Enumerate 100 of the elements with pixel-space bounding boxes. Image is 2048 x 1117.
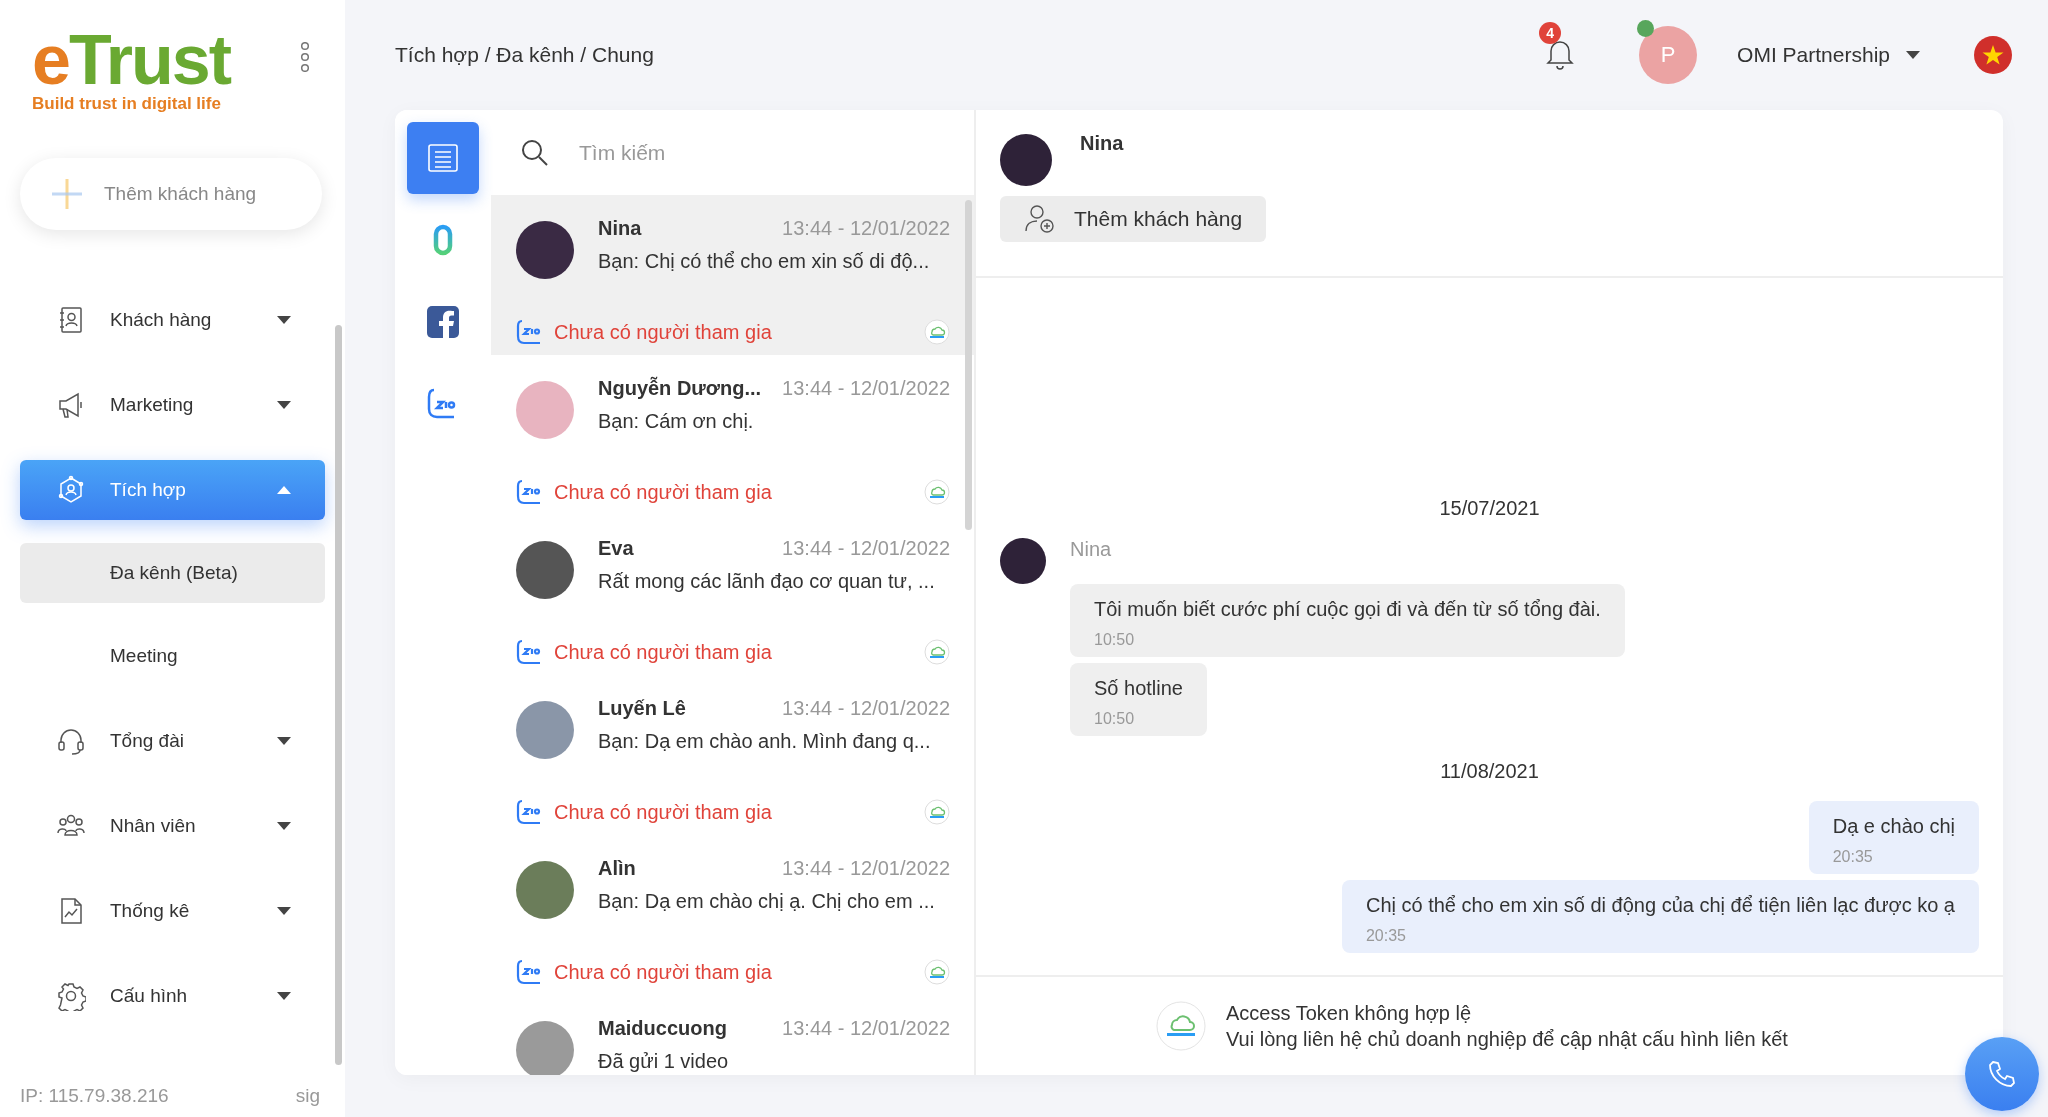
submenu-item[interactable]: Meeting xyxy=(20,626,325,686)
message-time: 13:44 - 12/01/2022 xyxy=(782,857,950,880)
conversation-item[interactable]: Nina 13:44 - 12/01/2022 Bạn: Chị có thể cho em xin số di độ... Chưa có người tham gia xyxy=(491,195,974,355)
scrollbar[interactable] xyxy=(965,200,972,530)
message-preview: Bạn: Cám ơn chị. xyxy=(598,410,755,433)
date-divider: 11/08/2021 xyxy=(1439,760,1540,783)
date-divider: 15/07/2021 xyxy=(1438,497,1541,520)
contact-name: Luyến Lê xyxy=(598,697,686,720)
footer-text: sig xyxy=(295,1085,320,1107)
add-user-icon xyxy=(1024,203,1056,235)
conversation-status: Chưa có người tham gia xyxy=(554,960,773,984)
message-time: 20:35 xyxy=(1832,848,1874,866)
facebook-icon xyxy=(427,306,459,338)
more-options-icon[interactable] xyxy=(300,42,310,72)
integration-icon xyxy=(56,475,86,505)
conversation-item[interactable]: Nguyễn Dương... 13:44 - 12/01/2022 Bạn: Cám ơn chị. Chưa có người tham gia xyxy=(491,355,974,515)
menu-item[interactable]: Khách hàng xyxy=(20,290,325,350)
logo-tagline: Build trust in digital life xyxy=(32,94,222,114)
conversation-status: Chưa có người tham gia xyxy=(554,480,773,504)
call-button[interactable] xyxy=(1965,1037,2039,1111)
chat-bubble-icon xyxy=(516,479,542,505)
breadcrumb: Tích hợp / Đa kênh / Chung xyxy=(395,43,654,67)
notice-title: Access Token không hợp lệ xyxy=(1226,1001,1473,1026)
add-customer-button[interactable]: Thêm khách hàng xyxy=(1000,196,1267,242)
message-time: 13:44 - 12/01/2022 xyxy=(782,1017,950,1040)
message-preview: Bạn: Dạ em chào chị ạ. Chị cho em ... xyxy=(598,890,936,913)
cloud-logo-icon xyxy=(1156,1001,1206,1051)
message-text: Số hotline xyxy=(1094,677,1183,700)
caret-icon xyxy=(1906,51,1920,59)
notice-message: Vui lòng liên hệ chủ doanh nghiệp để cập nhật cấu hình liên kết xyxy=(1226,1027,1788,1052)
account-dropdown[interactable]: OMI Partnership xyxy=(1731,42,1926,68)
avatar-photo xyxy=(516,221,574,279)
submenu-item[interactable]: Đa kênh (Beta) xyxy=(20,543,325,603)
message-text: Chị có thể cho em xin số di động của chị để tiện liên lạc được ko ạ xyxy=(1365,894,1955,917)
ip-address: IP: 115.79.38.216 xyxy=(20,1085,169,1107)
settings-icon xyxy=(56,981,86,1011)
contact-name: Eva xyxy=(598,537,634,560)
conversation-item[interactable]: Eva 13:44 - 12/01/2022 Rất mong các lãnh đạo cơ quan tư, ... Chưa có người tham gia xyxy=(491,515,974,675)
message-time: 13:44 - 12/01/2022 xyxy=(782,697,950,720)
headset-icon xyxy=(56,726,86,756)
caret-icon xyxy=(277,316,291,324)
chat-bubble-icon xyxy=(516,799,542,825)
plus-icon xyxy=(50,177,84,211)
phone-icon xyxy=(1987,1059,2017,1089)
menu-item[interactable]: Thống kê xyxy=(20,881,325,941)
message-preview: Đã gửi 1 video xyxy=(598,1050,730,1073)
menu-item[interactable]: Nhân viên xyxy=(20,796,325,856)
contact-name: Maiduccuong xyxy=(598,1017,727,1040)
logo-wordmark: eTrust xyxy=(32,28,231,92)
message-time: 13:44 - 12/01/2022 xyxy=(782,537,950,560)
avatar-photo xyxy=(1000,134,1052,186)
conversation-item[interactable]: Alìn 13:44 - 12/01/2022 Bạn: Dạ em chào chị ạ. Chị cho em ... Chưa có người tham gia xyxy=(491,835,974,995)
flag-icon[interactable] xyxy=(1974,36,2012,74)
cloud-logo-icon xyxy=(924,639,950,665)
cloud-logo-icon xyxy=(924,799,950,825)
conversation-item[interactable]: Maiduccuong 13:44 - 12/01/2022 Đã gửi 1 video xyxy=(491,995,974,1075)
avatar-photo xyxy=(516,541,574,599)
chat-bubble-icon xyxy=(516,639,542,665)
message-time: 10:50 xyxy=(1094,710,1136,728)
add-customer-button[interactable]: Thêm khách hàng xyxy=(20,158,322,230)
search-field[interactable]: Tìm kiếm xyxy=(579,132,919,173)
conversation-status: Chưa có người tham gia xyxy=(554,640,773,664)
contact-name: Nina xyxy=(598,217,642,240)
cloud-logo-icon xyxy=(924,319,950,345)
contact-name: Nguyễn Dương... xyxy=(598,377,762,400)
avatar-photo xyxy=(516,1021,574,1075)
message-text: Tôi muốn biết cước phí cuộc gọi đi và đến từ số tổng đài. xyxy=(1094,598,1601,621)
caret-icon xyxy=(277,401,291,409)
contact-name: Nina xyxy=(1080,132,1124,155)
avatar-photo xyxy=(516,701,574,759)
chat-bubble-icon xyxy=(516,319,542,345)
conversation-item[interactable]: Luyến Lê 13:44 - 12/01/2022 Bạn: Dạ em chào anh. Mình đang q... Chưa có người tham gia xyxy=(491,675,974,835)
message-time: 20:35 xyxy=(1365,927,1407,945)
message-text: Dạ e chào chị xyxy=(1832,815,1955,838)
conversation-status: Chưa có người tham gia xyxy=(554,800,773,824)
message-time: 13:44 - 12/01/2022 xyxy=(782,377,950,400)
menu-item[interactable]: Cấu hình xyxy=(20,966,325,1026)
message-time: 10:50 xyxy=(1094,631,1136,649)
ring-logo-icon xyxy=(433,224,453,256)
caret-icon xyxy=(277,486,291,494)
search-icon xyxy=(521,138,549,167)
menu-item[interactable]: Tổng đài xyxy=(20,711,325,771)
caret-icon xyxy=(277,992,291,1000)
cloud-logo-icon xyxy=(924,479,950,505)
message-preview: Bạn: Dạ em chào anh. Mình đang q... xyxy=(598,730,932,753)
caret-icon xyxy=(277,907,291,915)
avatar-photo xyxy=(516,861,574,919)
list-icon xyxy=(427,143,459,173)
menu-item[interactable]: Marketing xyxy=(20,375,325,435)
avatar-photo xyxy=(1000,538,1046,584)
notification-badge: 4 xyxy=(1539,22,1562,44)
sender-name: Nina xyxy=(1070,538,1112,561)
message-time: 13:44 - 12/01/2022 xyxy=(782,217,950,240)
scrollbar[interactable] xyxy=(335,325,342,1065)
all-channels-tab[interactable] xyxy=(407,122,479,194)
message-preview: Rất mong các lãnh đạo cơ quan tư, ... xyxy=(598,570,936,593)
message-preview: Bạn: Chị có thể cho em xin số di độ... xyxy=(598,250,931,273)
conversation-status: Chưa có người tham gia xyxy=(554,320,773,344)
caret-icon xyxy=(277,737,291,745)
chat-bubble-icon xyxy=(516,959,542,985)
